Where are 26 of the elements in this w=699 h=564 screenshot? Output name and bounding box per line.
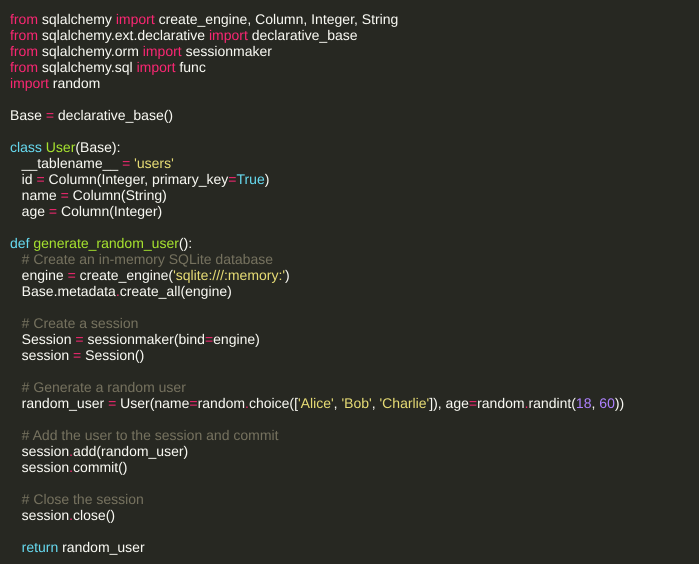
code-line: Base = declarative_base()	[10, 107, 174, 123]
code-line: import random	[10, 75, 100, 91]
code-line: session.add(random_user)	[20, 443, 188, 459]
code-line: engine = create_engine('sqlite:///:memory:')	[20, 267, 290, 283]
code-line: # Add the user to the session and commit	[20, 427, 278, 443]
code-line: # Create an in-memory SQLite database	[20, 251, 274, 267]
code-line: return random_user	[20, 539, 145, 555]
code-line: id = Column(Integer, primary_key=True)	[20, 171, 270, 187]
code-line: # Create a session	[20, 315, 138, 331]
code-line: Base.metadata.create_all(engine)	[20, 283, 232, 299]
code-line: from sqlalchemy.ext.declarative import declarative_base	[10, 27, 358, 43]
code-line: Session = sessionmaker(bind=engine)	[20, 331, 260, 347]
code-line: def generate_random_user():	[10, 235, 192, 251]
code-line: name = Column(String)	[20, 187, 167, 203]
code-line: class User(Base):	[10, 139, 120, 155]
code-line: session.commit()	[20, 459, 128, 475]
code-line: from sqlalchemy.sql import func	[10, 59, 206, 75]
code-line: from sqlalchemy import create_engine, Column, Integer, String	[10, 11, 398, 27]
code-line: from sqlalchemy.orm import sessionmaker	[10, 43, 272, 59]
code-line: # Generate a random user	[20, 379, 186, 395]
code-line: random_user = User(name=random.choice(['Alice', 'Bob', 'Charlie']), age=random.randint(18, 60))	[20, 395, 624, 411]
code-line: session = Session()	[20, 347, 144, 363]
code-line: session.close()	[20, 507, 116, 523]
code-line: age = Column(Integer)	[20, 203, 162, 219]
code-line: # Close the session	[20, 491, 144, 507]
code-line: __tablename__ = 'users'	[20, 155, 174, 171]
